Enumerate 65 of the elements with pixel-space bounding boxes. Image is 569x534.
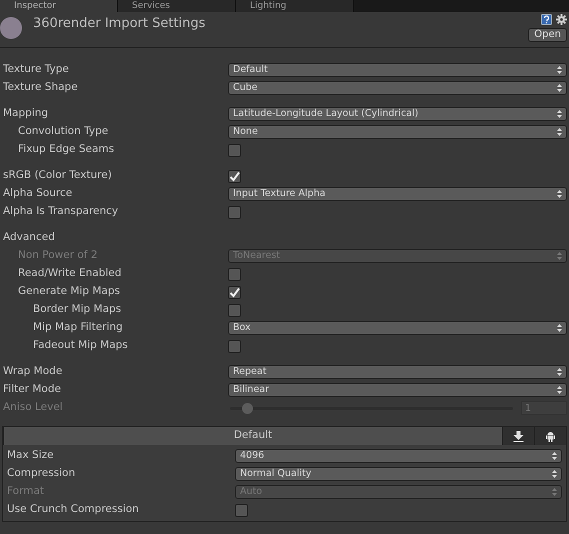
robot-icon bbox=[546, 430, 555, 442]
inspector-tab[interactable]: Inspector bbox=[0, 0, 118, 12]
field-label: Mapping bbox=[2, 106, 50, 122]
field-label: Read/Write Enabled bbox=[17, 266, 122, 282]
arrows-icon bbox=[557, 324, 562, 332]
field-label: Use Crunch Compression bbox=[7, 502, 140, 518]
platform-tab[interactable] bbox=[534, 427, 566, 445]
checkbox[interactable] bbox=[228, 206, 241, 218]
arrows-icon bbox=[557, 128, 562, 136]
download-icon bbox=[513, 430, 524, 442]
dropdown[interactable]: Default bbox=[228, 63, 567, 77]
dropdown[interactable]: Latitude-Longitude Layout (Cylindrical) bbox=[228, 107, 567, 121]
field-label: Generate Mip Maps bbox=[17, 284, 121, 300]
field-label: Non Power of 2 bbox=[17, 248, 98, 264]
dropdown[interactable]: None bbox=[228, 125, 567, 139]
checkbox[interactable] bbox=[228, 304, 241, 316]
field-label: Alpha Is Transparency bbox=[2, 204, 120, 220]
arrows-icon bbox=[552, 452, 557, 460]
section-heading: Advanced bbox=[2, 230, 56, 246]
checkbox[interactable] bbox=[228, 144, 241, 156]
dropdown[interactable]: Normal Quality bbox=[235, 467, 562, 481]
open-button[interactable]: Open bbox=[528, 28, 567, 42]
dropdown[interactable]: 4096 bbox=[235, 449, 562, 463]
field-label: Max Size bbox=[7, 448, 55, 464]
arrows-icon bbox=[557, 190, 562, 198]
inspector-title: 360render Import Settings bbox=[33, 15, 206, 33]
dropdown[interactable]: Cube bbox=[228, 81, 567, 95]
field-label: Texture Shape bbox=[2, 80, 79, 96]
field-label: Fixup Edge Seams bbox=[17, 142, 116, 158]
arrows-icon bbox=[557, 386, 562, 394]
inspector-tab[interactable]: Lighting bbox=[236, 0, 354, 12]
dropdown[interactable]: Input Texture Alpha bbox=[228, 187, 567, 201]
dropdown[interactable]: Bilinear bbox=[228, 383, 567, 397]
arrows-icon bbox=[557, 252, 562, 260]
dropdown[interactable]: Box bbox=[228, 321, 567, 335]
field-label: Mip Map Filtering bbox=[32, 320, 124, 336]
arrows-icon bbox=[552, 470, 557, 478]
platform-tab[interactable]: Default bbox=[3, 427, 502, 445]
field-label: Alpha Source bbox=[2, 186, 74, 202]
arrows-icon bbox=[557, 368, 562, 376]
help-icon[interactable] bbox=[541, 14, 552, 25]
settings-icon[interactable] bbox=[556, 14, 567, 25]
checkbox[interactable] bbox=[228, 340, 241, 352]
inspector-tab[interactable]: Services bbox=[118, 0, 236, 12]
field-label: sRGB (Color Texture) bbox=[2, 168, 113, 184]
field-label: Texture Type bbox=[2, 62, 70, 78]
checkbox[interactable] bbox=[228, 268, 241, 280]
field-label: Format bbox=[7, 484, 46, 500]
platform-tab[interactable] bbox=[502, 427, 534, 445]
field-label: Convolution Type bbox=[17, 124, 110, 140]
field-label: Wrap Mode bbox=[2, 364, 64, 380]
dropdown[interactable]: Repeat bbox=[228, 365, 567, 379]
arrows-icon bbox=[557, 84, 562, 92]
field-label: Filter Mode bbox=[2, 382, 62, 398]
field-label: Compression bbox=[7, 466, 76, 482]
checkbox[interactable] bbox=[228, 170, 241, 182]
field-label: Aniso Level bbox=[2, 400, 64, 416]
field-label: Border Mip Maps bbox=[32, 302, 122, 318]
arrows-icon bbox=[557, 66, 562, 74]
number-field: 1 bbox=[521, 401, 567, 415]
arrows-icon bbox=[557, 110, 562, 118]
arrows-icon bbox=[552, 488, 557, 496]
checkbox[interactable] bbox=[235, 504, 248, 516]
field-label: Fadeout Mip Maps bbox=[32, 338, 129, 354]
checkbox[interactable] bbox=[228, 286, 241, 298]
